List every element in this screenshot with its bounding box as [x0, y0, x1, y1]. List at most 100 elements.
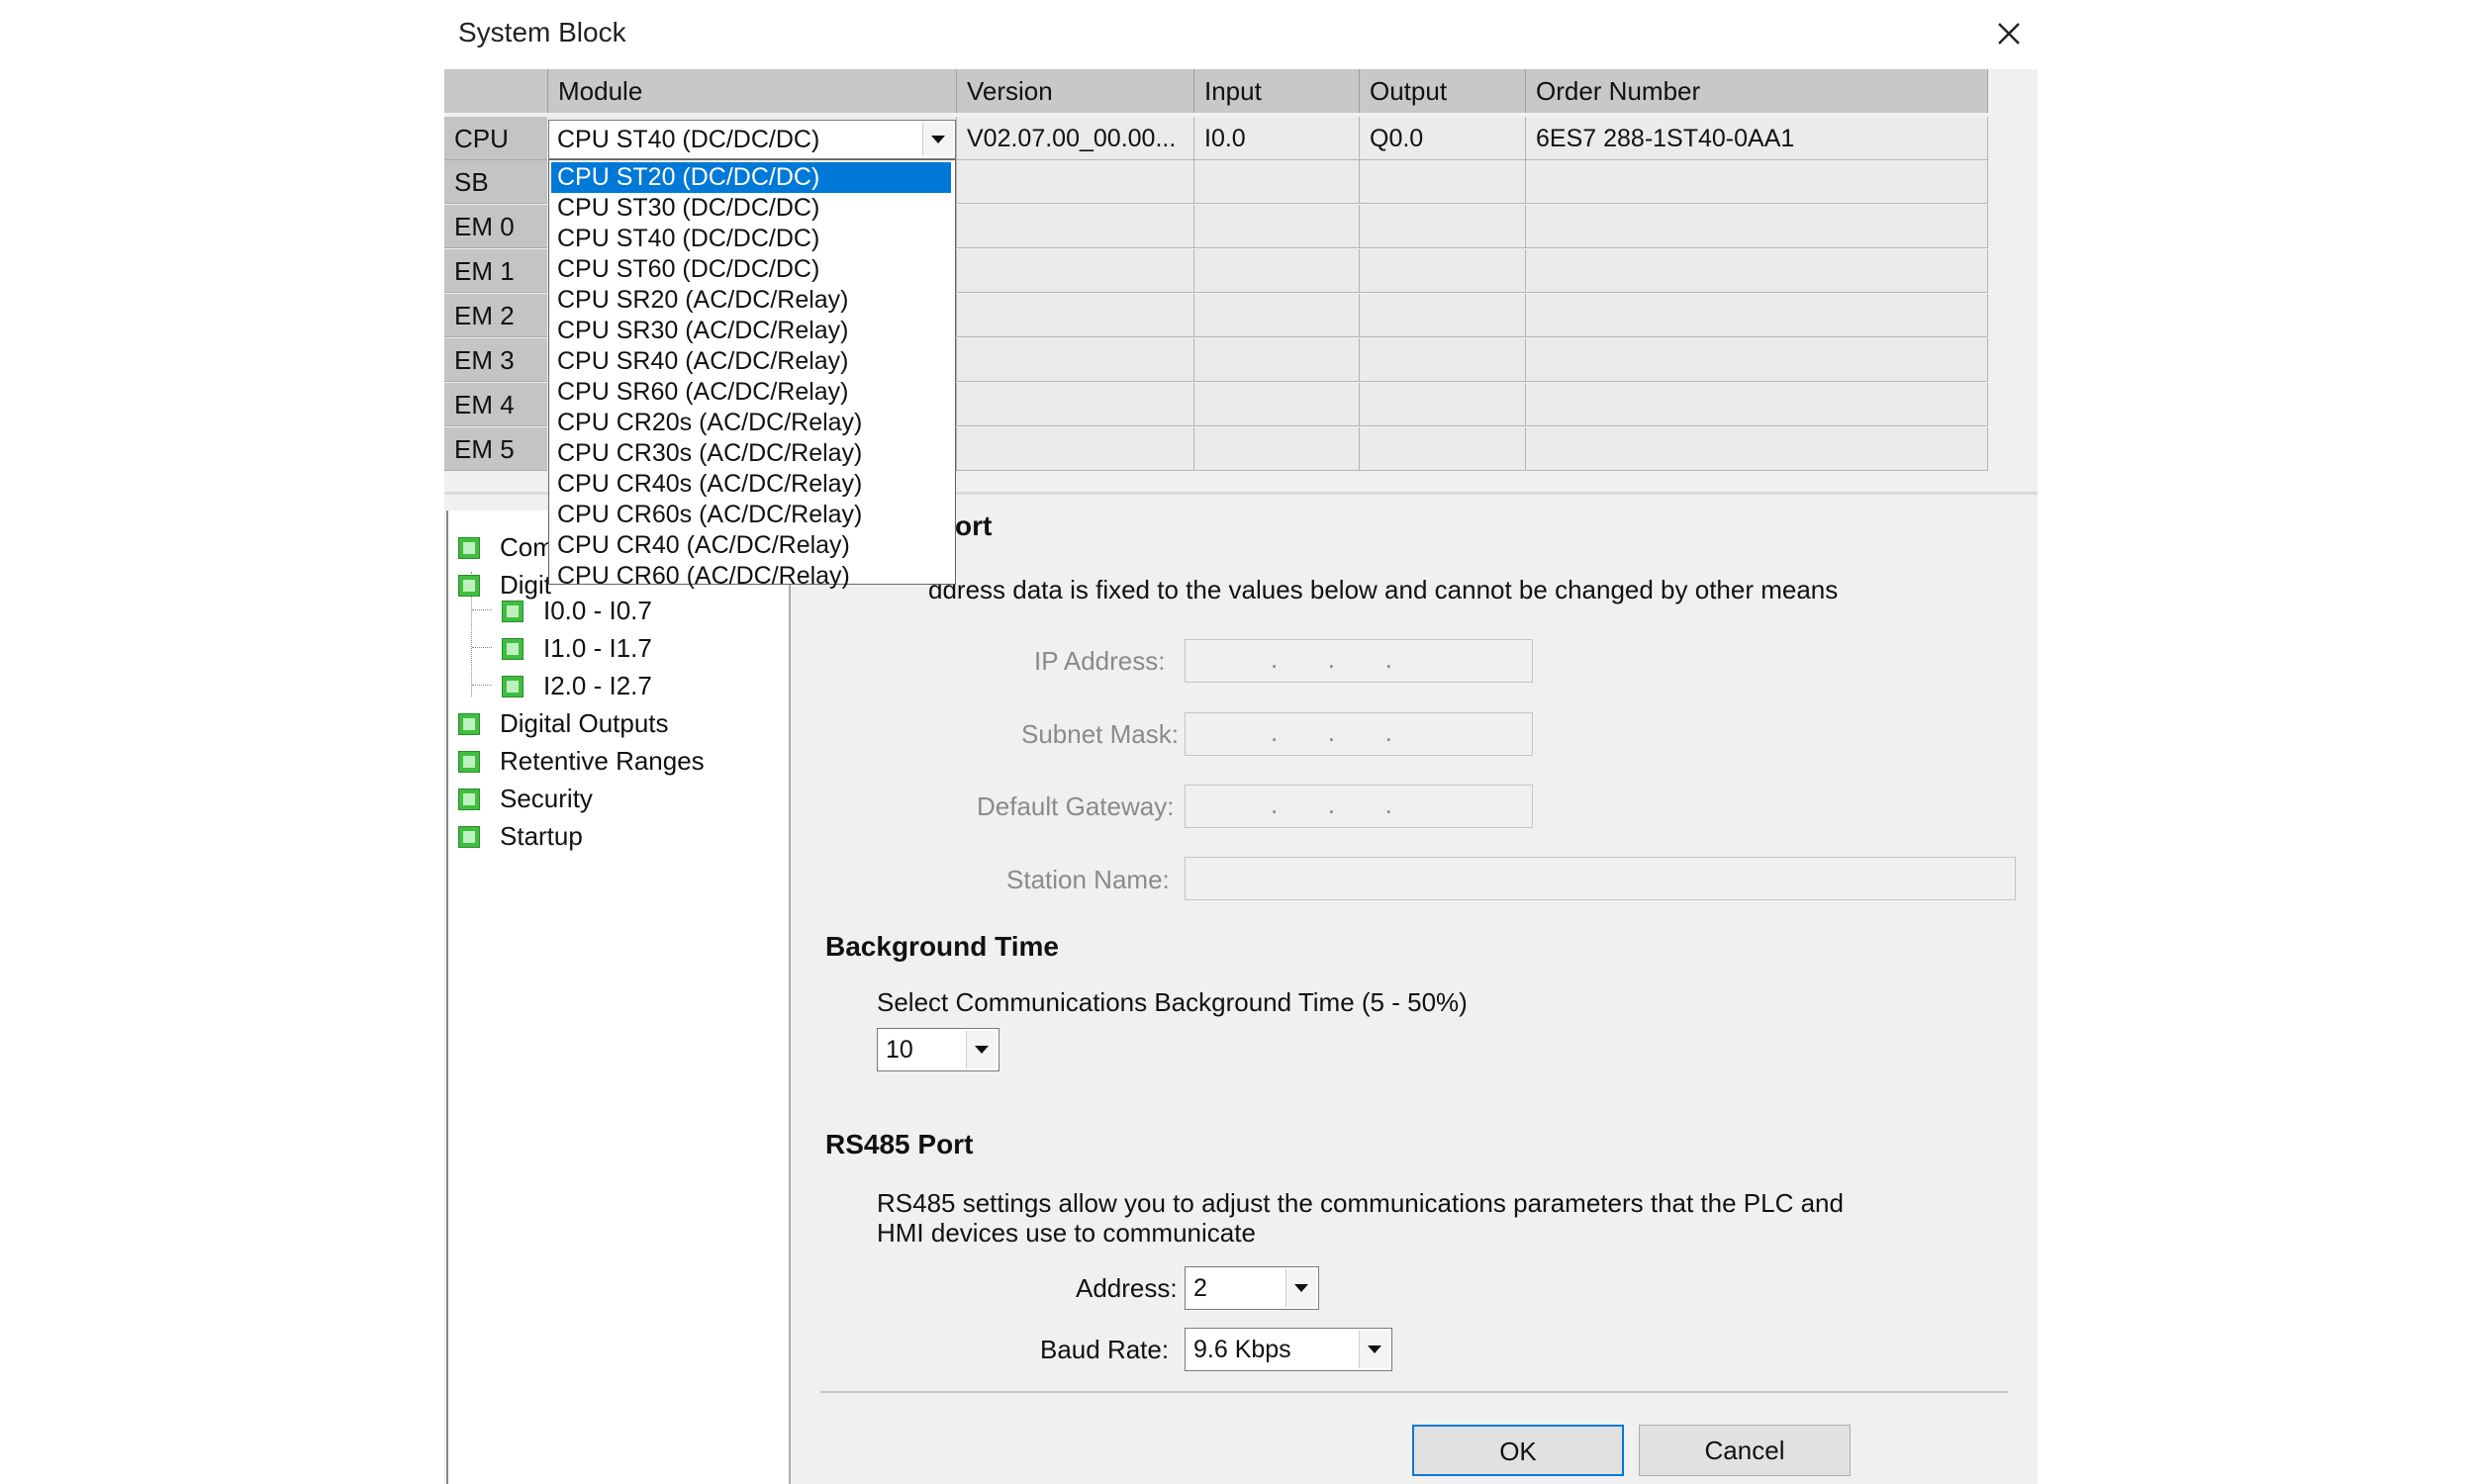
module-option[interactable]: CPU CR40s (AC/DC/Relay): [551, 469, 951, 500]
row-header-cpu[interactable]: CPU: [444, 117, 547, 160]
chevron-down-icon: [975, 1046, 989, 1054]
column-header-version[interactable]: Version: [957, 69, 1194, 113]
cell-output[interactable]: [1360, 205, 1526, 248]
tree-item-label: I1.0 - I1.7: [543, 633, 652, 663]
chevron-down-icon: [1368, 1345, 1381, 1353]
module-grid: Module Version Input Output Order Number…: [444, 69, 1988, 590]
cell-order-number[interactable]: [1526, 427, 1988, 471]
cell-order-number[interactable]: 6ES7 288-1ST40-0AA1: [1526, 117, 1988, 160]
tree-line: [472, 647, 492, 648]
close-button[interactable]: [1988, 14, 2028, 53]
cell-version[interactable]: [957, 383, 1194, 426]
background-time-arrow[interactable]: [966, 1031, 997, 1068]
cell-version[interactable]: [957, 249, 1194, 293]
cell-order-number[interactable]: [1526, 338, 1988, 382]
cell-version[interactable]: [957, 294, 1194, 337]
module-option[interactable]: CPU ST40 (DC/DC/DC): [551, 224, 951, 254]
row-header-em1[interactable]: EM 1: [444, 249, 547, 293]
row-header-em0[interactable]: EM 0: [444, 205, 547, 248]
cell-output[interactable]: [1360, 294, 1526, 337]
background-time-label: Select Communications Background Time (5…: [877, 987, 1468, 1017]
cell-input[interactable]: [1194, 427, 1360, 471]
row-header-em5[interactable]: EM 5: [444, 427, 547, 471]
cell-input[interactable]: [1194, 338, 1360, 382]
row-header-em4[interactable]: EM 4: [444, 383, 547, 426]
baud-rate-arrow[interactable]: [1359, 1331, 1389, 1368]
rs485-port-title: RS485 Port: [825, 1129, 974, 1159]
tree-item-label: I2.0 - I2.7: [543, 671, 652, 700]
cell-order-number[interactable]: [1526, 294, 1988, 337]
module-option[interactable]: CPU ST60 (DC/DC/DC): [551, 254, 951, 285]
cell-version[interactable]: V02.07.00_00.00...: [957, 117, 1194, 160]
cell-version[interactable]: [957, 338, 1194, 382]
ok-button[interactable]: OK: [1412, 1425, 1624, 1476]
cell-input[interactable]: [1194, 294, 1360, 337]
tree-green-icon: [458, 826, 480, 848]
default-gateway-field[interactable]: . . .: [1185, 785, 1533, 828]
address-select[interactable]: 2: [1185, 1266, 1319, 1310]
cell-version[interactable]: [957, 205, 1194, 248]
module-option[interactable]: CPU CR20s (AC/DC/Relay): [551, 408, 951, 438]
tree-line: [472, 609, 492, 610]
tree-green-icon: [458, 713, 480, 735]
module-option[interactable]: CPU SR60 (AC/DC/Relay): [551, 377, 951, 408]
cell-order-number[interactable]: [1526, 205, 1988, 248]
cancel-button[interactable]: Cancel: [1639, 1425, 1851, 1476]
module-option[interactable]: CPU SR30 (AC/DC/Relay): [551, 316, 951, 346]
cell-version[interactable]: [957, 427, 1194, 471]
module-option[interactable]: CPU CR60s (AC/DC/Relay): [551, 500, 951, 530]
module-option[interactable]: CPU CR30s (AC/DC/Relay): [551, 438, 951, 469]
cell-order-number[interactable]: [1526, 383, 1988, 426]
subnet-mask-label: Subnet Mask:: [1021, 719, 1179, 749]
module-option[interactable]: CPU ST30 (DC/DC/DC): [551, 193, 951, 224]
baud-rate-select[interactable]: 9.6 Kbps: [1185, 1328, 1392, 1371]
cell-order-number[interactable]: [1526, 249, 1988, 293]
module-combobox-arrow[interactable]: [922, 123, 953, 156]
baud-rate-label: Baud Rate:: [1040, 1335, 1170, 1364]
cell-output[interactable]: [1360, 160, 1526, 204]
cell-version[interactable]: [957, 160, 1194, 204]
footer-divider: [820, 1391, 2008, 1393]
cell-output[interactable]: [1360, 427, 1526, 471]
column-header-order-number[interactable]: Order Number: [1526, 69, 1988, 113]
module-combobox[interactable]: CPU ST40 (DC/DC/DC): [548, 120, 956, 159]
row-header-em3[interactable]: EM 3: [444, 338, 547, 382]
module-option[interactable]: CPU SR40 (AC/DC/Relay): [551, 346, 951, 377]
cell-input[interactable]: [1194, 383, 1360, 426]
module-dropdown-list[interactable]: CPU ST20 (DC/DC/DC) CPU ST30 (DC/DC/DC) …: [548, 159, 956, 590]
row-header-sb[interactable]: SB: [444, 160, 547, 204]
module-option[interactable]: CPU ST20 (DC/DC/DC): [551, 162, 951, 193]
tree-green-icon: [458, 537, 480, 559]
cell-input[interactable]: [1194, 160, 1360, 204]
station-name-field[interactable]: [1185, 857, 2016, 900]
cell-output[interactable]: [1360, 338, 1526, 382]
address-value: 2: [1193, 1274, 1207, 1302]
cell-output[interactable]: [1360, 249, 1526, 293]
module-option[interactable]: CPU SR20 (AC/DC/Relay): [551, 285, 951, 316]
cell-input[interactable]: [1194, 205, 1360, 248]
ip-address-label: IP Address:: [1034, 646, 1166, 676]
ethernet-port-title: ort: [955, 510, 993, 541]
row-header-em2[interactable]: EM 2: [444, 294, 547, 337]
background-time-select[interactable]: 10: [877, 1028, 999, 1071]
ip-address-field[interactable]: . . .: [1185, 639, 1533, 683]
cell-output[interactable]: Q0.0: [1360, 117, 1526, 160]
settings-panel: ort ddress data is fixed to the values b…: [820, 510, 2028, 1484]
cell-input[interactable]: [1194, 249, 1360, 293]
tree-green-icon: [502, 676, 523, 697]
column-header-module[interactable]: Module: [548, 69, 957, 113]
module-option[interactable]: CPU CR40 (AC/DC/Relay): [551, 530, 951, 561]
address-label: Address:: [1076, 1273, 1178, 1303]
station-name-label: Station Name:: [1006, 865, 1170, 894]
background-time-value: 10: [886, 1036, 913, 1064]
address-arrow[interactable]: [1285, 1269, 1316, 1307]
cell-output[interactable]: [1360, 383, 1526, 426]
module-option[interactable]: CPU CR60 (AC/DC/Relay): [551, 561, 951, 592]
column-header-output[interactable]: Output: [1360, 69, 1526, 113]
subnet-mask-field[interactable]: . . .: [1185, 712, 1533, 756]
tree-green-icon: [502, 638, 523, 660]
column-header-input[interactable]: Input: [1194, 69, 1360, 113]
cell-input[interactable]: I0.0: [1194, 117, 1360, 160]
cell-order-number[interactable]: [1526, 160, 1988, 204]
grid-corner-header: [444, 69, 548, 113]
